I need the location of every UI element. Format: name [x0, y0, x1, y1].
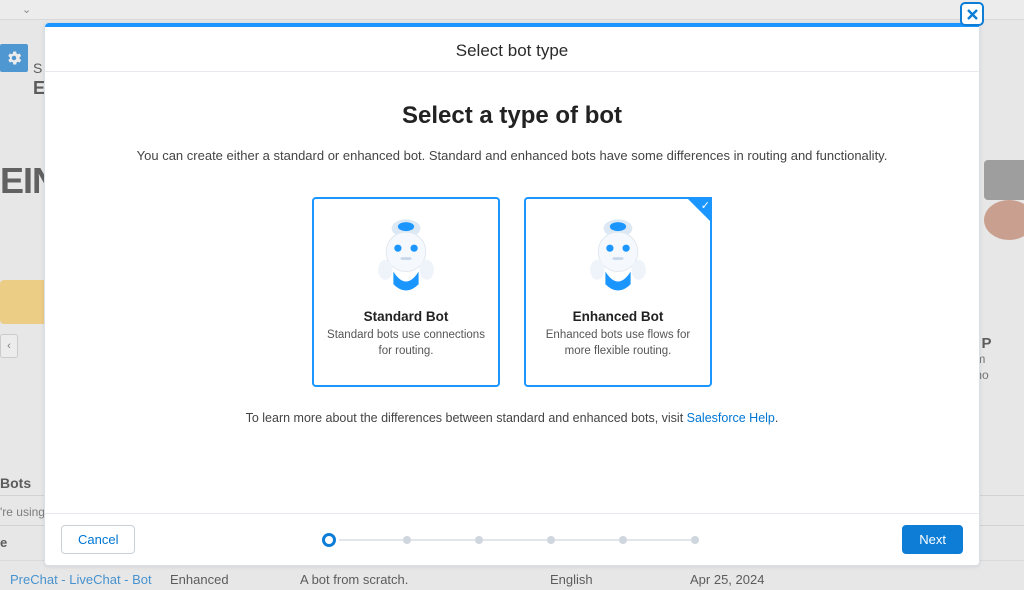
close-icon	[965, 7, 980, 22]
card-description: Enhanced bots use flows for more flexibl…	[536, 328, 700, 359]
bot-icon	[361, 213, 451, 305]
cancel-button[interactable]: Cancel	[61, 525, 135, 554]
modal-header: Select bot type	[45, 27, 979, 72]
modal-title: Select a type of bot	[105, 102, 919, 130]
modal-footer: Cancel Next	[45, 513, 979, 565]
modal-body: Select a type of bot You can create eith…	[45, 72, 979, 513]
card-enhanced-bot[interactable]: ✓ Enhanced Bot Enhanced bot	[524, 197, 712, 387]
step-dot-6	[691, 536, 699, 544]
bot-type-cards: Standard Bot Standard bots use connectio…	[105, 197, 919, 387]
card-title: Enhanced Bot	[536, 309, 700, 324]
step-dot-5	[619, 536, 627, 544]
check-icon: ✓	[701, 199, 710, 212]
step-dot-3	[475, 536, 483, 544]
card-standard-bot[interactable]: Standard Bot Standard bots use connectio…	[312, 197, 500, 387]
bot-icon	[573, 213, 663, 305]
modal-subtitle: You can create either a standard or enha…	[105, 148, 919, 163]
bot-illustration	[536, 213, 700, 307]
card-description: Standard bots use connections for routin…	[324, 328, 488, 359]
step-dot-4	[547, 536, 555, 544]
card-title: Standard Bot	[324, 309, 488, 324]
salesforce-help-link[interactable]: Salesforce Help	[687, 411, 775, 425]
wizard-stepper	[45, 533, 979, 547]
modal-dialog: Select bot type Select a type of bot You…	[44, 22, 980, 566]
close-button[interactable]	[960, 2, 984, 26]
bot-illustration	[324, 213, 488, 307]
next-button[interactable]: Next	[902, 525, 963, 554]
step-dot-1	[322, 533, 336, 547]
selected-corner: ✓	[686, 197, 712, 223]
learn-more-text: To learn more about the differences betw…	[105, 411, 919, 425]
step-dot-2	[403, 536, 411, 544]
